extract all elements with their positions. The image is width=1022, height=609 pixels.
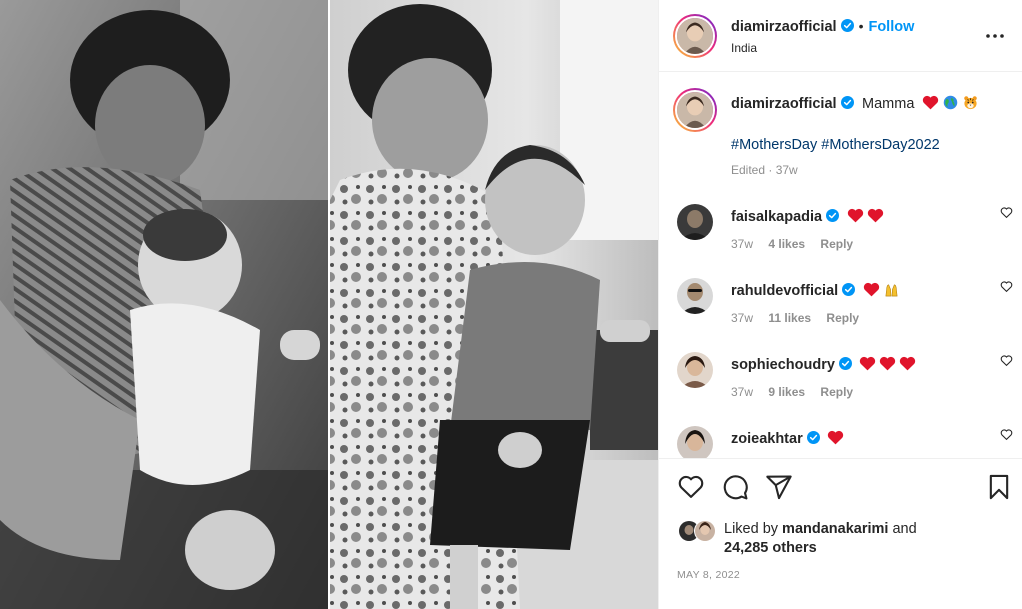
comment-username[interactable]: rahuldevofficial [731,283,838,299]
comment-bubble-icon[interactable] [721,473,749,501]
commenter-avatar[interactable] [677,204,713,240]
commenter-avatar[interactable] [677,352,713,388]
comment-likes[interactable]: 9 likes [768,385,805,399]
comment-username[interactable]: sophiechoudry [731,357,835,373]
liked-by-text: Liked by mandanakarimi and 24,285 others [724,520,1022,558]
post-caption: diamirzaofficial Mamma #MothersDay #Moth… [659,72,1022,192]
post-media[interactable] [0,0,658,609]
header-separator: • [858,18,864,34]
comment-item: rahuldevofficial 37w 11 likes Reply [659,270,1022,344]
commenter-avatar[interactable] [677,278,713,314]
left-photo [0,0,328,609]
comment-item: faisalkapadia 37w 4 likes Reply [659,196,1022,270]
comment-time: 37w [731,385,754,399]
comment-time: 37w [731,237,754,251]
comment-likes[interactable]: 11 likes [768,311,811,325]
post-actions: Liked by mandanakarimi and 24,285 others… [659,458,1022,609]
author-avatar[interactable] [673,14,717,58]
red-heart-emoji-icon [847,208,863,223]
post-date[interactable]: MAY 8, 2022 [677,569,740,581]
red-heart-emoji-icon [880,356,896,371]
post-location[interactable]: India [731,41,757,55]
verified-badge-icon [826,209,840,222]
tiger-face-emoji-icon [964,96,977,110]
comment-item: zoieakhtar [659,418,1022,458]
caption-author-username[interactable]: diamirzaofficial [731,96,837,112]
liked-by-avatars[interactable] [677,519,723,543]
verified-badge-icon [840,96,854,109]
comment-time: 37w [731,311,754,325]
red-heart-emoji-icon [867,208,883,223]
liked-by-prefix: Liked by [724,521,779,537]
verified-badge-icon [806,431,820,444]
caption-text: Mamma [862,96,915,112]
more-options-icon[interactable] [985,26,1005,46]
post-details-panel: diamirzaofficial • Follow India diamirza… [658,0,1022,609]
comment-item: sophiechoudry 37w 9 likes Reply [659,344,1022,418]
liked-by-user[interactable]: mandanakarimi [782,521,888,537]
comments-scroll-area[interactable]: diamirzaofficial Mamma #MothersDay #Moth… [659,72,1022,458]
verified-badge-icon [838,357,852,370]
caption-author-avatar[interactable] [673,88,717,132]
save-bookmark-icon[interactable] [985,473,1013,501]
red-heart-emoji-icon [863,282,879,297]
comment-reply-button[interactable]: Reply [820,385,853,399]
caption-meta: Edited · 37w [731,163,798,177]
caption-hashtags[interactable]: #MothersDay #MothersDay2022 [731,137,940,153]
author-username[interactable]: diamirzaofficial [731,19,837,35]
likes-count[interactable]: 24,285 others [724,540,817,556]
share-send-icon[interactable] [765,473,793,501]
comment-reply-button[interactable]: Reply [820,237,853,251]
comment-like-icon[interactable] [1000,280,1013,293]
red-heart-emoji-icon [900,356,916,371]
avatar-image [677,426,713,458]
red-heart-emoji-icon [922,95,938,110]
comment-like-icon[interactable] [1000,206,1013,219]
comment-like-icon[interactable] [1000,354,1013,367]
raising-hands-emoji-icon [885,284,898,297]
verified-badge-icon [842,283,856,296]
comment-reply-button[interactable]: Reply [826,311,859,325]
comment-like-icon[interactable] [1000,428,1013,441]
avatar-image [677,92,713,128]
red-heart-emoji-icon [828,430,844,445]
commenter-avatar[interactable] [677,426,713,458]
avatar-image [677,18,713,54]
liked-by-middle: and [892,521,917,537]
avatar-image [677,278,713,314]
red-heart-emoji-icon [860,356,876,371]
comment-likes[interactable]: 4 likes [768,237,805,251]
verified-badge-icon [840,19,854,32]
comment-username[interactable]: faisalkapadia [731,209,822,225]
avatar-image [677,204,713,240]
right-photo [330,0,658,609]
post-header: diamirzaofficial • Follow India [659,0,1022,72]
avatar-image [677,352,713,388]
comment-username[interactable]: zoieakhtar [731,431,803,447]
globe-emoji-icon [943,95,958,110]
follow-button[interactable]: Follow [868,19,914,35]
like-heart-icon[interactable] [677,473,705,501]
